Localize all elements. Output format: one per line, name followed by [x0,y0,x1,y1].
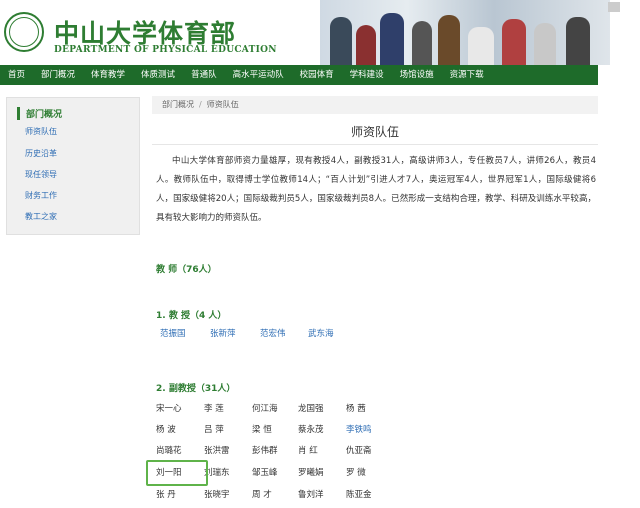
teachers-heading: 教 师（76人） [156,265,217,275]
site-header: 中山大学体育部 DEPARTMENT OF PHYSICAL EDUCATION [0,0,640,65]
associate-professor-name: 梁 恒 [252,425,272,435]
associate-professor-name: 邹玉峰 [252,468,278,478]
sidebar-item-faculty[interactable]: 师资队伍 [25,126,57,137]
associate-professor-name: 蔡永茂 [298,425,324,435]
nav-department[interactable]: 部门概况 [33,65,83,85]
professor-name[interactable]: 范振国 [160,327,186,339]
breadcrumb-separator: / [199,100,202,109]
breadcrumb: 部门概况 / 师资队伍 [152,96,598,114]
sidebar-item-leaders[interactable]: 现任领导 [25,169,57,180]
associate-professor-name: 周 才 [252,490,272,500]
nav-general-team[interactable]: 普通队 [183,65,225,85]
nav-facilities[interactable]: 场馆设施 [392,65,442,85]
associate-professor-name: 张 丹 [156,490,176,500]
university-seal-logo[interactable] [4,12,44,52]
professor-name[interactable]: 张新萍 [210,327,236,339]
breadcrumb-department[interactable]: 部门概况 [162,100,194,109]
main-nav: 首页 部门概况 体育教学 体质测试 普通队 高水平运动队 校园体育 学科建设 场… [0,65,598,85]
nav-campus-sports[interactable]: 校园体育 [292,65,342,85]
associate-professor-name: 李 莲 [204,404,224,414]
nav-downloads[interactable]: 资源下载 [442,65,492,85]
intro-paragraph: 中山大学体育部师资力量雄厚，现有教授4人，副教授31人，高级讲师3人，专任教员7… [156,156,596,223]
associate-professors-heading: 2. 副教授（31人） [156,384,236,394]
highlight-box [146,460,208,486]
associate-professor-name: 肖 红 [298,446,318,456]
associate-professor-name: 宋一心 [156,404,182,414]
associate-professor-name: 杨 茜 [346,404,366,414]
nav-elite-team[interactable]: 高水平运动队 [225,65,292,85]
associate-professor-name: 罗 微 [346,468,366,478]
professor-name[interactable]: 范宏伟 [260,327,286,339]
sidebar-item-finance[interactable]: 财务工作 [25,190,57,201]
associate-professor-name: 陈亚金 [346,490,372,500]
sidebar-heading[interactable]: 部门概况 [17,107,62,120]
associate-professor-name: 吕 萍 [204,425,224,435]
associate-professor-name: 龙国强 [298,404,324,414]
sports-banner-image [320,0,610,65]
associate-professor-link[interactable]: 李铁鸣 [346,423,372,435]
sidebar-item-history[interactable]: 历史沿革 [25,148,57,159]
top-right-icon[interactable] [608,2,620,12]
sidebar-item-staff-home[interactable]: 教工之家 [25,211,57,222]
nav-discipline[interactable]: 学科建设 [342,65,392,85]
associate-professor-name: 尚璐花 [156,446,182,456]
associate-professor-name: 罗曦娟 [298,468,324,478]
associate-professor-name: 张晓宇 [204,490,230,500]
nav-fitness-test[interactable]: 体质测试 [133,65,183,85]
site-subtitle: DEPARTMENT OF PHYSICAL EDUCATION [54,45,277,55]
associate-professor-name: 杨 波 [156,425,176,435]
title-divider [152,144,598,145]
sidebar: 部门概况 师资队伍 历史沿革 现任领导 财务工作 教工之家 [6,97,140,235]
professor-name[interactable]: 武东海 [308,327,334,339]
associate-professor-name: 张洪雷 [204,446,230,456]
breadcrumb-current: 师资队伍 [206,100,239,109]
associate-professor-name: 何江海 [252,404,278,414]
nav-teaching[interactable]: 体育教学 [83,65,133,85]
professors-heading: 1. 教 授（4 人） [156,311,227,321]
associate-professor-name: 仇亚斋 [346,446,372,456]
associate-professor-name: 鲁刘洋 [298,490,324,500]
nav-home[interactable]: 首页 [0,65,33,85]
associate-professor-name: 彭伟群 [252,446,278,456]
page-title: 师资队伍 [350,125,399,139]
